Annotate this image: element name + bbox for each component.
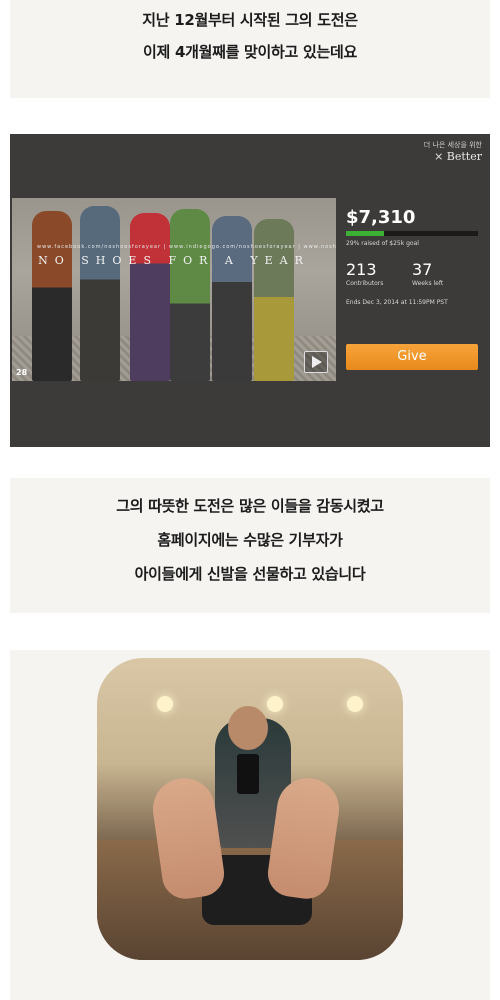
raised-text: 29% raised of $25k goal (346, 240, 419, 247)
amount-raised: $7,310 (346, 207, 416, 228)
brand-logo: × Better (434, 150, 482, 163)
story-line-1: 그의 따뜻한 도전은 많은 이들을 감동시켰고 (116, 497, 384, 515)
contributors-count: 213 (346, 260, 377, 279)
weeks-left-label: Weeks left (412, 280, 444, 287)
progress-bar (346, 231, 478, 236)
barefoot-selfie-photo (97, 658, 403, 960)
man-head (228, 706, 268, 750)
weeks-left-count: 37 (412, 260, 433, 279)
ceiling-lamp (157, 696, 173, 712)
contributors-label: Contributors (346, 280, 384, 287)
phone (237, 754, 259, 794)
ceiling-lamp (267, 696, 283, 712)
end-date: Ends Dec 3, 2014 at 11:59PM PST (346, 299, 448, 306)
play-icon[interactable] (304, 351, 328, 373)
campaign-widget: 더 나은 세상을 위한 × Better www.facebook.com/no… (10, 134, 490, 447)
child-figure (80, 206, 120, 381)
intro-line-2: 이제 4개월째를 맞이하고 있는데요 (143, 43, 357, 61)
child-figure (32, 211, 72, 381)
story-line-2: 홈페이지에는 수많은 기부자가 (157, 531, 343, 549)
story-line-3: 아이들에게 신발을 선물하고 있습니다 (134, 565, 366, 583)
photo-title: NO SHOES FOR A YEAR (38, 254, 310, 267)
photo-count: 28 (16, 368, 28, 377)
intro-line-1: 지난 12월부터 시작된 그의 도전은 (142, 11, 358, 29)
photo-panel (10, 650, 490, 1000)
photo-url-watermark: www.facebook.com/noshoesforayear | www.i… (37, 244, 336, 250)
give-button[interactable]: Give (346, 344, 478, 370)
child-figure (170, 209, 210, 381)
brand-tagline: 더 나은 세상을 위한 (423, 141, 482, 149)
campaign-photo[interactable]: www.facebook.com/noshoesforayear | www.i… (12, 198, 336, 381)
ceiling-lamp (347, 696, 363, 712)
story-text-panel: 그의 따뜻한 도전은 많은 이들을 감동시켰고 홈페이지에는 수많은 기부자가 … (10, 478, 490, 613)
child-figure (130, 213, 170, 381)
child-figure (212, 216, 252, 381)
progress-bar-fill (346, 231, 385, 236)
intro-text-panel: 지난 12월부터 시작된 그의 도전은 이제 4개월째를 맞이하고 있는데요 (10, 0, 490, 98)
